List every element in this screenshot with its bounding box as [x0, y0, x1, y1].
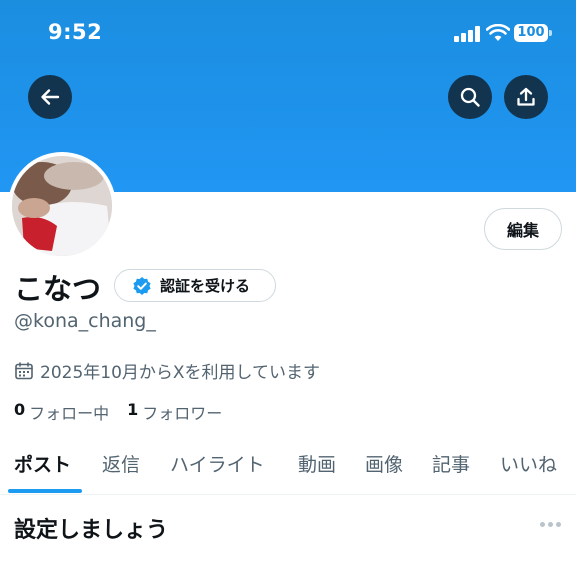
share-icon	[517, 87, 535, 106]
tab-posts[interactable]: ポスト	[14, 450, 71, 477]
get-verified-label: 認証を受ける	[160, 277, 251, 295]
tab-likes[interactable]: いいね	[500, 450, 557, 477]
share-button[interactable]	[504, 75, 548, 119]
setup-section-title: 設定しましょう	[14, 518, 169, 543]
wifi-icon	[486, 24, 510, 41]
cellular-signal-icon	[454, 26, 480, 42]
avatar-photo	[12, 156, 112, 256]
status-bar: 9:52 100	[0, 0, 576, 64]
search-button[interactable]	[448, 75, 492, 119]
followers-label: フォロワー	[142, 404, 223, 423]
following-label: フォロー中	[29, 404, 110, 423]
active-tab-indicator	[8, 489, 82, 493]
back-arrow-icon	[41, 89, 60, 105]
tab-videos[interactable]: 動画	[298, 450, 336, 477]
following-link[interactable]: 0 フォロー中	[14, 400, 109, 424]
join-date-text: 2025年10月からXを利用しています	[40, 363, 321, 383]
get-verified-button[interactable]: 認証を受ける	[114, 269, 276, 302]
calendar-icon	[15, 361, 33, 379]
followers-link[interactable]: 1 フォロワー	[127, 400, 222, 424]
followers-count: 1	[127, 400, 139, 419]
back-button[interactable]	[28, 75, 72, 119]
battery-indicator: 100	[514, 24, 552, 42]
profile-tabs: ポスト 返信 ハイライト 動画 画像 記事 いいね	[0, 440, 576, 495]
tab-images[interactable]: 画像	[365, 450, 403, 477]
edit-profile-button[interactable]: 編集	[484, 208, 562, 250]
follow-stats: 0 フォロー中 1 フォロワー	[14, 400, 240, 424]
verified-badge-icon	[133, 276, 151, 295]
profile-avatar[interactable]	[8, 152, 116, 260]
tab-highlights[interactable]: ハイライト	[170, 450, 265, 477]
profile-display-name: こなつ	[14, 272, 102, 306]
status-time: 9:52	[48, 20, 103, 44]
more-icon[interactable]	[540, 522, 561, 527]
join-date: 2025年10月からXを利用しています	[14, 358, 320, 383]
profile-handle: @kona_chang_	[14, 310, 156, 332]
following-count: 0	[14, 400, 26, 419]
tab-articles[interactable]: 記事	[432, 450, 470, 477]
tab-replies[interactable]: 返信	[102, 450, 140, 477]
search-icon	[460, 87, 480, 107]
